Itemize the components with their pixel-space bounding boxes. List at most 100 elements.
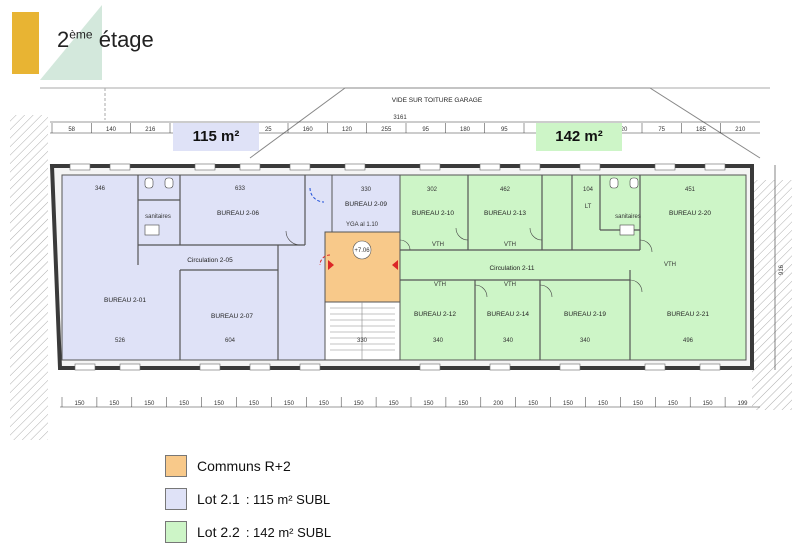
page-title: 2ème étage [57, 27, 154, 53]
dimension-label: 150 [528, 401, 539, 407]
legend-label-lot-2-2: Lot 2.2 [197, 524, 240, 540]
legend-row-lot-2-1: Lot 2.1 : 115 m² SUBL [165, 487, 330, 511]
dim-2-09-width: 330 [361, 187, 372, 193]
dim-lt-width: 104 [583, 187, 594, 193]
dim-2-12-bottom: 340 [433, 338, 444, 344]
room-label-2-06: BUREAU 2-06 [217, 210, 259, 217]
dimension-label: 150 [668, 401, 679, 407]
dimension-label: 180 [460, 127, 471, 133]
vth-label-1: VTH [432, 242, 444, 248]
dimension-label: 210 [735, 127, 746, 133]
dimension-label: 199 [737, 401, 748, 407]
dimension-label: 150 [109, 401, 120, 407]
dim-2-01-width: 346 [95, 186, 106, 192]
roof-label: VIDE SUR TOITURE GARAGE [392, 97, 483, 104]
room-label-lt: LT [585, 204, 592, 210]
dimension-label: 216 [145, 127, 156, 133]
dimension-label: 150 [144, 401, 155, 407]
lot-2-1-area-badge: 115 m² [173, 123, 259, 151]
floor-suffix: ème [69, 27, 93, 42]
dimension-label: 150 [633, 401, 644, 407]
dim-2-10-width: 302 [427, 187, 438, 193]
dimension-label: 150 [214, 401, 225, 407]
dimension-label: 95 [501, 127, 508, 133]
dim-2-07-bottom: 604 [225, 338, 236, 344]
floor-word: étage [98, 27, 154, 52]
dimension-label: 58 [68, 127, 75, 133]
top-dimension-labels: 5814021670752516012025595180951899512075… [51, 123, 746, 133]
legend-value-lot-2-1: : 115 m² SUBL [245, 491, 331, 507]
dim-2-13-width: 462 [500, 187, 511, 193]
dimension-label: 150 [423, 401, 434, 407]
dimension-label: 150 [389, 401, 400, 407]
room-label-2-19: BUREAU 2-19 [564, 311, 606, 318]
height-label: 916 [779, 264, 785, 275]
legend-value-lot-2-2: : 142 m² SUBL [245, 524, 332, 540]
room-label-circulation-2-05: Circulation 2-05 [187, 257, 233, 264]
dimension-label: 150 [598, 401, 609, 407]
room-label-sanitaires-right: sanitaires [615, 214, 641, 220]
vth-label-2: VTH [504, 242, 516, 248]
dimension-label: 150 [74, 401, 85, 407]
stair-width-label: 330 [357, 338, 368, 344]
room-label-2-20: BUREAU 2-20 [669, 210, 711, 217]
legend-swatch-common [165, 455, 187, 477]
dim-2-19-bottom: 340 [580, 338, 591, 344]
room-label-2-01: BUREAU 2-01 [104, 297, 146, 304]
dimension-label: 200 [493, 401, 504, 407]
legend-swatch-lot-2-2 [165, 521, 187, 543]
room-label-2-13: BUREAU 2-13 [484, 210, 526, 217]
dimension-label: 120 [342, 127, 353, 133]
lot-2-2-zone [399, 174, 747, 361]
dimension-label: 150 [354, 401, 365, 407]
vth-label-4: VTH [504, 282, 516, 288]
room-label-2-07: BUREAU 2-07 [211, 313, 253, 320]
dimension-label: 150 [249, 401, 260, 407]
floor-plan: VIDE SUR TOITURE GARAGE 3161 58140216707… [10, 87, 792, 440]
dim-2-06-width: 633 [235, 186, 246, 192]
legend-swatch-lot-2-1 [165, 488, 187, 510]
room-label-2-09: BUREAU 2-09 [345, 201, 387, 208]
dimension-label: 185 [696, 127, 707, 133]
dimension-label: 150 [703, 401, 714, 407]
room-label-2-14: BUREAU 2-14 [487, 311, 529, 318]
room-label-sanitaires-left: sanitaires [145, 214, 171, 220]
dimension-label: 150 [319, 401, 330, 407]
dim-2-01-bottom: 526 [115, 338, 126, 344]
dimension-label: 75 [658, 127, 665, 133]
vth-label-3: VTH [434, 282, 446, 288]
dimension-label: 150 [458, 401, 469, 407]
dimension-label: 150 [179, 401, 190, 407]
room-label-2-10: BUREAU 2-10 [412, 210, 454, 217]
total-width-label: 3161 [393, 115, 407, 121]
legend-row-common: Communs R+2 [165, 454, 291, 478]
dim-2-20-width: 451 [685, 187, 696, 193]
room-label-2-12: BUREAU 2-12 [414, 311, 456, 318]
roof-outline [249, 87, 761, 159]
dim-2-21-bottom: 496 [683, 338, 694, 344]
floor-number: 2 [57, 27, 70, 52]
dimension-label: 150 [284, 401, 295, 407]
dimension-label: 95 [422, 127, 429, 133]
vth-label-5: VTH [664, 262, 676, 268]
landing-note: YGA al 1.10 [346, 222, 379, 228]
dimension-label: 255 [381, 127, 392, 133]
dimension-label: 140 [106, 127, 117, 133]
room-label-2-21: BUREAU 2-21 [667, 311, 709, 318]
dimension-label: 25 [265, 127, 272, 133]
neighbour-hatch-right [752, 180, 792, 410]
legend-row-lot-2-2: Lot 2.2 : 142 m² SUBL [165, 520, 331, 544]
neighbour-hatch-left [10, 115, 48, 440]
lot-2-2-area-badge: 142 m² [536, 123, 622, 151]
title-accent-bar [12, 12, 39, 74]
dim-2-14-bottom: 340 [503, 338, 514, 344]
legend-label-lot-2-1: Lot 2.1 [197, 491, 240, 507]
room-label-circulation-2-11: Circulation 2-11 [489, 265, 534, 272]
lot-2-1-zone [61, 174, 333, 361]
legend-label-common: Communs R+2 [197, 458, 291, 474]
dimension-label: 160 [303, 127, 314, 133]
bottom-dimension-labels: 150 150 150 150 150 150 150 150 150 150 150 150 200 1… [61, 397, 748, 407]
stair-zone [324, 301, 401, 361]
landing-level: +7.06 [354, 248, 370, 254]
dimension-label: 150 [563, 401, 574, 407]
